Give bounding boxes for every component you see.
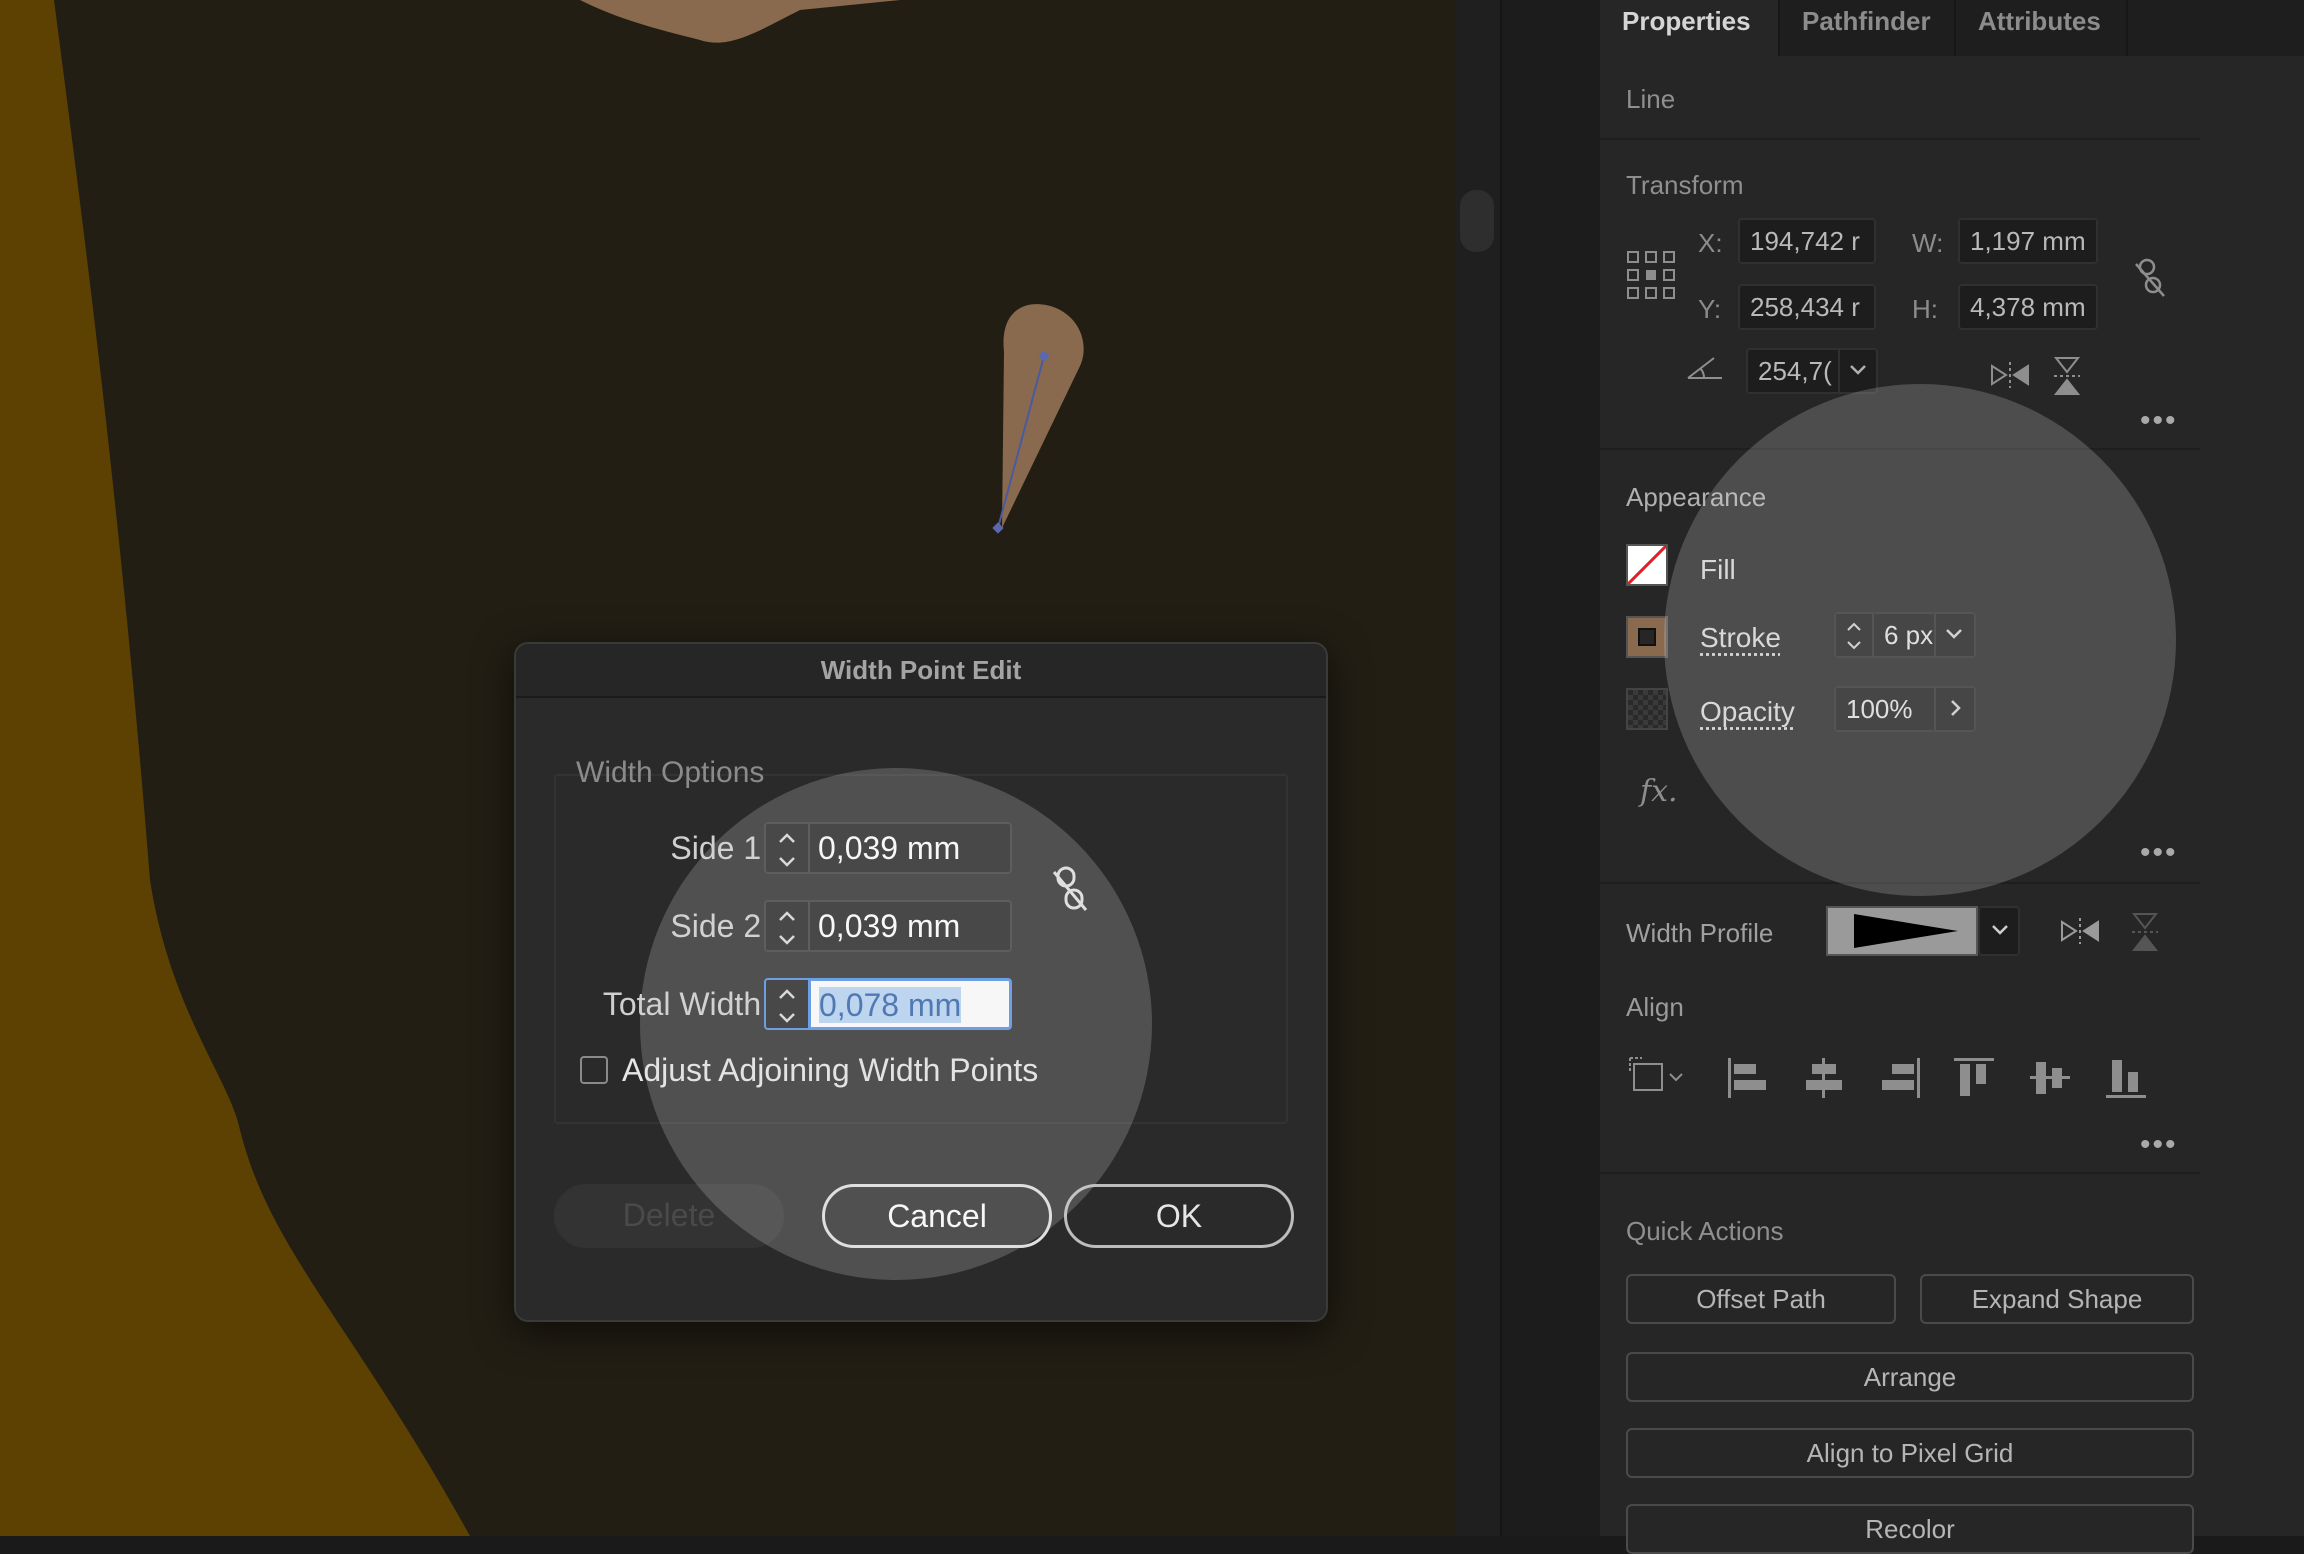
stepper-arrows-icon (779, 833, 795, 867)
stepper-arrows-icon (779, 911, 795, 945)
flip-horizontal-icon[interactable] (1990, 360, 2030, 390)
fx-effects-icon[interactable]: fx. (1640, 774, 1678, 809)
side1-field[interactable]: 0,039 mm (808, 822, 1012, 874)
h-field[interactable]: 4,378 mm (1958, 284, 2098, 330)
align-top-icon[interactable] (1952, 1056, 1996, 1100)
width-profile-shape (1854, 914, 1958, 948)
reference-point-icon[interactable] (1626, 250, 1676, 300)
opacity-label[interactable]: Opacity (1700, 696, 1795, 728)
opacity-swatch[interactable] (1626, 688, 1668, 730)
y-label: Y: (1698, 294, 1722, 324)
chevron-down-icon (1946, 629, 1962, 639)
tab-pathfinder[interactable]: Pathfinder (1780, 0, 1956, 56)
side1-stepper[interactable] (764, 822, 810, 874)
object-type-label: Line (1626, 84, 1676, 114)
panel-divider (1500, 0, 1600, 1536)
stroke-swatch[interactable] (1626, 616, 1668, 658)
align-more-button[interactable]: ••• (2140, 1128, 2178, 1162)
width-profile-preview[interactable] (1826, 906, 1978, 956)
transform-more-button[interactable]: ••• (2140, 404, 2178, 438)
appearance-title: Appearance (1626, 482, 1767, 512)
align-to-selection-icon[interactable] (1628, 1052, 1688, 1096)
rotate-angle-icon (1687, 357, 1722, 379)
ok-button[interactable]: OK (1064, 1184, 1294, 1248)
expand-shape-button[interactable]: Expand Shape (1920, 1274, 2194, 1324)
side2-label: Side 2: (670, 908, 770, 944)
transform-title: Transform (1626, 170, 1744, 200)
fill-swatch[interactable] (1626, 544, 1668, 586)
separator (1600, 1172, 2200, 1174)
arrange-button[interactable]: Arrange (1626, 1352, 2194, 1402)
flip-vertical-icon[interactable] (2052, 356, 2082, 396)
w-label: W: (1912, 228, 1944, 258)
width-profile-dropdown[interactable] (1978, 906, 2020, 956)
fill-label: Fill (1700, 554, 1736, 585)
vertical-scrollbar-thumb[interactable] (1460, 190, 1494, 252)
y-field[interactable]: 258,434 r (1738, 284, 1876, 330)
anchor-point-bottom (992, 522, 1004, 534)
link-sides-icon[interactable] (1048, 864, 1092, 914)
quick-actions-title: Quick Actions (1626, 1216, 1784, 1246)
tab-properties[interactable]: Properties (1600, 0, 1780, 56)
delete-button[interactable]: Delete (554, 1184, 784, 1248)
opacity-field[interactable]: 100% (1834, 686, 1936, 732)
opacity-popup[interactable] (1934, 686, 1976, 732)
stroke-weight-field[interactable]: 6 px (1872, 612, 1936, 658)
stroke-weight-stepper[interactable] (1834, 612, 1874, 658)
flip-along-icon[interactable] (2060, 916, 2100, 946)
separator (1600, 138, 2200, 140)
side1-label: Side 1: (670, 830, 770, 866)
chevron-down-icon (1992, 925, 2008, 935)
h-label: H: (1912, 294, 1938, 324)
offset-path-button[interactable]: Offset Path (1626, 1274, 1896, 1324)
recolor-button[interactable]: Recolor (1626, 1504, 2194, 1554)
width-profile-label: Width Profile (1626, 918, 1774, 948)
separator (1600, 882, 2200, 884)
align-title: Align (1626, 992, 1684, 1022)
panel-tabs: Properties Pathfinder Attributes (1600, 0, 2304, 56)
total-width-field[interactable]: 0,078 mm (808, 978, 1012, 1030)
w-field[interactable]: 1,197 mm (1958, 218, 2098, 264)
total-width-stepper[interactable] (764, 978, 810, 1030)
align-to-pixel-grid-button[interactable]: Align to Pixel Grid (1626, 1428, 2194, 1478)
cancel-button[interactable]: Cancel (822, 1184, 1052, 1248)
width-stroke-shape (1002, 304, 1084, 528)
flip-across-icon[interactable] (2130, 912, 2160, 952)
stepper-arrows-icon (1847, 622, 1861, 650)
width-options-title: Width Options (576, 756, 765, 789)
rotate-dropdown[interactable] (1838, 348, 1878, 394)
align-right-icon[interactable] (1878, 1056, 1922, 1100)
align-vertical-center-icon[interactable] (2028, 1056, 2072, 1100)
align-left-icon[interactable] (1726, 1056, 1770, 1100)
adjust-adjoining-label[interactable]: Adjust Adjoining Width Points (622, 1052, 1038, 1089)
properties-panel: Properties Pathfinder Attributes Line Tr… (1600, 0, 2304, 1554)
stroke-label[interactable]: Stroke (1700, 622, 1781, 654)
chevron-down-icon (1850, 365, 1866, 375)
no-fill-icon (1628, 546, 1666, 584)
blob-shape (580, 0, 900, 43)
x-field[interactable]: 194,742 r (1738, 218, 1876, 264)
x-label: X: (1698, 228, 1723, 258)
tab-attributes[interactable]: Attributes (1956, 0, 2128, 56)
align-horizontal-center-icon[interactable] (1802, 1056, 1846, 1100)
width-point-edit-dialog: Width Point Edit Width Options Side 1: 0… (514, 642, 1328, 1322)
stepper-arrows-icon (779, 989, 795, 1023)
dialog-title: Width Point Edit (516, 644, 1326, 698)
stroke-weight-dropdown[interactable] (1934, 612, 1976, 658)
total-width-label: Total Width: (602, 986, 770, 1022)
adjust-adjoining-checkbox[interactable] (580, 1056, 608, 1084)
align-bottom-icon[interactable] (2104, 1056, 2148, 1100)
separator (1600, 448, 2200, 450)
chevron-right-icon (1951, 700, 1961, 716)
side2-field[interactable]: 0,039 mm (808, 900, 1012, 952)
ochre-shape (0, 0, 470, 1536)
rotate-field[interactable]: 254,7( (1746, 348, 1840, 394)
side2-stepper[interactable] (764, 900, 810, 952)
appearance-more-button[interactable]: ••• (2140, 836, 2178, 870)
constrain-proportions-icon[interactable] (2130, 256, 2170, 300)
total-width-selected-text: 0,078 mm (819, 987, 962, 1023)
